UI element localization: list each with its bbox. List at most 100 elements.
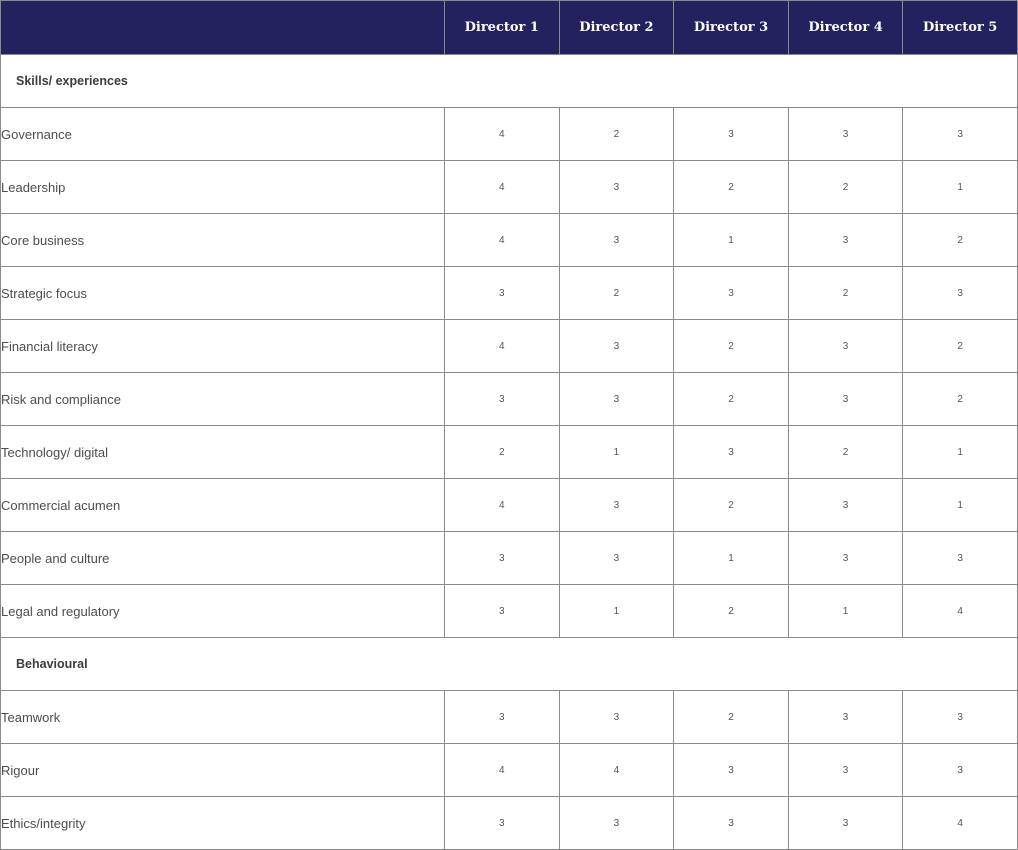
score-cell-director-1: 4 [444, 743, 560, 797]
row-label: Rigour [0, 743, 445, 797]
score-cell-director-1: 4 [444, 160, 560, 214]
score-cell-director-2: 3 [558, 160, 675, 214]
score-cell-director-3: 2 [673, 478, 789, 532]
score-cell-director-4: 2 [787, 160, 904, 214]
table-row: Governance 4 2 3 3 3 [0, 107, 1018, 161]
score-cell-director-2: 3 [558, 531, 675, 585]
score-cell-director-3: 2 [673, 160, 789, 214]
score-cell-director-2: 1 [558, 584, 675, 638]
score-cell-director-1: 3 [444, 531, 560, 585]
score-cell-director-1: 3 [444, 796, 560, 850]
row-label: Legal and regulatory [0, 584, 445, 638]
score-cell-director-3: 2 [673, 372, 789, 426]
score-cell-director-5: 3 [902, 107, 1018, 161]
row-label: Strategic focus [0, 266, 445, 320]
table-row: Leadership 4 3 2 2 1 [0, 160, 1018, 214]
director-skills-matrix: Director 1 Director 2 Director 3 Directo… [0, 0, 1018, 850]
score-cell-director-5: 3 [902, 690, 1018, 744]
score-cell-director-2: 3 [558, 319, 675, 373]
column-header-director-5: Director 5 [902, 0, 1018, 55]
score-cell-director-4: 3 [787, 372, 904, 426]
score-cell-director-3: 3 [673, 266, 789, 320]
table-row: Teamwork 3 3 2 3 3 [0, 690, 1018, 744]
score-cell-director-3: 2 [673, 584, 789, 638]
score-cell-director-1: 3 [444, 372, 560, 426]
header-corner-cell [0, 0, 445, 55]
score-cell-director-5: 3 [902, 266, 1018, 320]
score-cell-director-4: 3 [787, 213, 904, 267]
score-cell-director-4: 2 [787, 425, 904, 479]
table-row: Risk and compliance 3 3 2 3 2 [0, 372, 1018, 426]
row-label: Technology/ digital [0, 425, 445, 479]
table-row: Ethics/integrity 3 3 3 3 4 [0, 796, 1018, 850]
score-cell-director-2: 3 [558, 372, 675, 426]
score-cell-director-2: 1 [558, 425, 675, 479]
score-cell-director-2: 3 [558, 796, 675, 850]
row-label: Governance [0, 107, 445, 161]
score-cell-director-3: 1 [673, 213, 789, 267]
score-cell-director-2: 3 [558, 478, 675, 532]
row-label: Risk and compliance [0, 372, 445, 426]
score-cell-director-3: 3 [673, 425, 789, 479]
score-cell-director-2: 3 [558, 213, 675, 267]
table-row: Financial literacy 4 3 2 3 2 [0, 319, 1018, 373]
matrix-body: Skills/ experiences Governance 4 2 3 3 3 Leader… [0, 54, 1018, 850]
row-label: Commercial acumen [0, 478, 445, 532]
score-cell-director-3: 2 [673, 690, 789, 744]
score-cell-director-2: 2 [558, 266, 675, 320]
section-header-row: Behavioural [0, 637, 1018, 691]
score-cell-director-4: 3 [787, 478, 904, 532]
score-cell-director-5: 1 [902, 160, 1018, 214]
score-cell-director-1: 4 [444, 478, 560, 532]
section-title: Behavioural [0, 637, 1018, 691]
score-cell-director-1: 2 [444, 425, 560, 479]
row-label: Leadership [0, 160, 445, 214]
score-cell-director-2: 2 [558, 107, 675, 161]
column-header-director-1: Director 1 [444, 0, 560, 55]
column-header-director-4: Director 4 [787, 0, 904, 55]
score-cell-director-4: 3 [787, 796, 904, 850]
score-cell-director-3: 3 [673, 107, 789, 161]
table-row: Rigour 4 4 3 3 3 [0, 743, 1018, 797]
score-cell-director-4: 3 [787, 531, 904, 585]
score-cell-director-4: 3 [787, 107, 904, 161]
row-label: Financial literacy [0, 319, 445, 373]
score-cell-director-1: 4 [444, 107, 560, 161]
score-cell-director-5: 2 [902, 319, 1018, 373]
row-label: Teamwork [0, 690, 445, 744]
score-cell-director-1: 3 [444, 690, 560, 744]
column-header-director-3: Director 3 [673, 0, 789, 55]
score-cell-director-5: 1 [902, 478, 1018, 532]
score-cell-director-5: 3 [902, 531, 1018, 585]
score-cell-director-3: 3 [673, 743, 789, 797]
table-row: Legal and regulatory 3 1 2 1 4 [0, 584, 1018, 638]
section-title: Skills/ experiences [0, 54, 1018, 108]
table-row: Technology/ digital 2 1 3 2 1 [0, 425, 1018, 479]
score-cell-director-2: 3 [558, 690, 675, 744]
score-cell-director-5: 1 [902, 425, 1018, 479]
row-label: People and culture [0, 531, 445, 585]
score-cell-director-3: 1 [673, 531, 789, 585]
table-row: Strategic focus 3 2 3 2 3 [0, 266, 1018, 320]
score-cell-director-4: 2 [787, 266, 904, 320]
section-header-row: Skills/ experiences [0, 54, 1018, 108]
column-header-director-2: Director 2 [558, 0, 675, 55]
score-cell-director-5: 3 [902, 743, 1018, 797]
score-cell-director-5: 4 [902, 796, 1018, 850]
score-cell-director-1: 3 [444, 266, 560, 320]
score-cell-director-3: 3 [673, 796, 789, 850]
header-row: Director 1 Director 2 Director 3 Directo… [0, 0, 1018, 55]
score-cell-director-4: 3 [787, 319, 904, 373]
row-label: Core business [0, 213, 445, 267]
matrix-header: Director 1 Director 2 Director 3 Directo… [0, 0, 1018, 55]
score-cell-director-3: 2 [673, 319, 789, 373]
table-row: Commercial acumen 4 3 2 3 1 [0, 478, 1018, 532]
table-row: Core business 4 3 1 3 2 [0, 213, 1018, 267]
score-cell-director-5: 4 [902, 584, 1018, 638]
score-cell-director-1: 4 [444, 319, 560, 373]
score-cell-director-1: 3 [444, 584, 560, 638]
score-cell-director-4: 3 [787, 743, 904, 797]
score-cell-director-4: 1 [787, 584, 904, 638]
score-cell-director-2: 4 [558, 743, 675, 797]
score-cell-director-1: 4 [444, 213, 560, 267]
